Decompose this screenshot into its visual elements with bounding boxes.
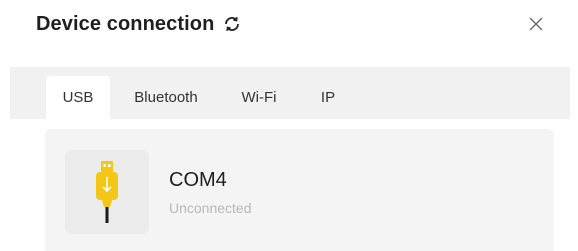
- dialog-header: Device connection: [36, 10, 558, 38]
- tab-usb[interactable]: USB: [46, 76, 110, 119]
- close-button[interactable]: [524, 12, 548, 36]
- tab-bluetooth[interactable]: Bluetooth: [114, 76, 218, 119]
- device-status: Unconnected: [169, 200, 252, 216]
- device-icon-box: [65, 150, 149, 234]
- tab-wifi[interactable]: Wi-Fi: [224, 76, 294, 119]
- device-card[interactable]: COM4 Unconnected: [45, 129, 554, 251]
- refresh-icon[interactable]: [222, 14, 242, 34]
- device-name: COM4: [169, 169, 227, 191]
- close-icon: [529, 17, 543, 31]
- connection-tabs: USB Bluetooth Wi-Fi IP: [10, 67, 570, 119]
- tab-ip[interactable]: IP: [306, 76, 350, 119]
- dialog-title: Device connection: [36, 12, 215, 35]
- usb-drive-icon: [96, 161, 118, 223]
